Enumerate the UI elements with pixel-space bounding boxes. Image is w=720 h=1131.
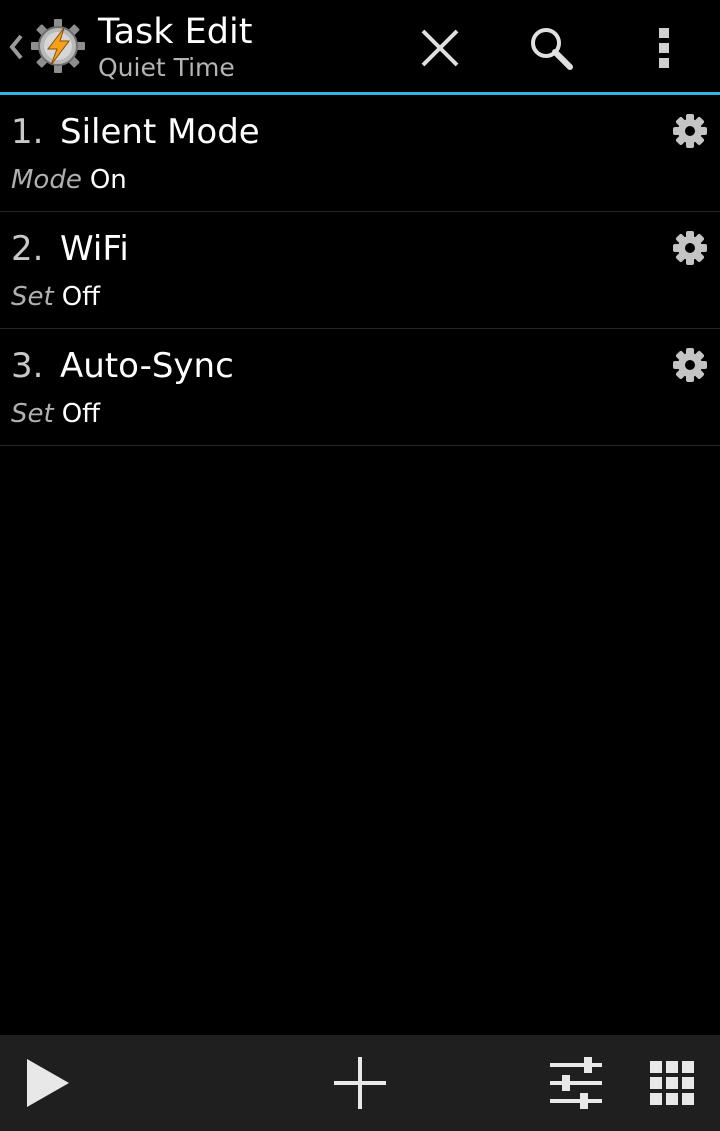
action-bar: Task Edit Quiet Time (0, 0, 720, 95)
action-row-wifi[interactable]: 2. WiFi Set Off (0, 212, 720, 329)
close-button[interactable] (404, 12, 476, 84)
action-number: 2. (11, 229, 44, 269)
param-value: Off (61, 399, 101, 429)
task-action-list: 1. Silent Mode Mode On 2. WiFi Set Off 3… (0, 95, 720, 446)
chevron-left-icon[interactable] (6, 30, 26, 64)
param-label: Set (11, 282, 54, 312)
overflow-menu-button[interactable] (628, 12, 700, 84)
param-label: Mode (11, 165, 82, 195)
page-title: Task Edit (98, 12, 253, 52)
sliders-icon (550, 1057, 602, 1109)
task-properties-button[interactable] (540, 1047, 612, 1119)
gear-icon[interactable] (672, 347, 708, 383)
action-row-silent-mode[interactable]: 1. Silent Mode Mode On (0, 95, 720, 212)
play-icon (27, 1059, 69, 1107)
icon-grid-button[interactable] (636, 1047, 708, 1119)
action-parameter: Set Off (11, 280, 100, 314)
param-label: Set (11, 399, 54, 429)
gear-icon[interactable] (672, 113, 708, 149)
action-name: Silent Mode (60, 112, 260, 152)
grid-icon (650, 1061, 694, 1105)
bottom-toolbar (0, 1035, 720, 1131)
overflow-menu-icon (659, 28, 669, 68)
title-block: Task Edit Quiet Time (98, 12, 252, 84)
action-name: WiFi (60, 229, 129, 269)
action-parameter: Set Off (11, 397, 100, 431)
action-number: 3. (11, 346, 44, 386)
action-row-auto-sync[interactable]: 3. Auto-Sync Set Off (0, 329, 720, 446)
param-value: Off (61, 282, 101, 312)
close-icon (421, 29, 459, 67)
tasker-app-icon[interactable] (28, 16, 88, 76)
action-parameter: Mode On (11, 163, 127, 197)
add-icon (334, 1057, 386, 1109)
param-value: On (89, 165, 127, 195)
task-name-subtitle: Quiet Time (98, 53, 235, 82)
play-button[interactable] (12, 1047, 84, 1119)
add-action-button[interactable] (324, 1047, 396, 1119)
search-icon (531, 28, 573, 70)
action-number: 1. (11, 112, 44, 152)
action-name: Auto-Sync (60, 346, 234, 386)
gear-icon[interactable] (672, 230, 708, 266)
search-button[interactable] (515, 12, 587, 84)
